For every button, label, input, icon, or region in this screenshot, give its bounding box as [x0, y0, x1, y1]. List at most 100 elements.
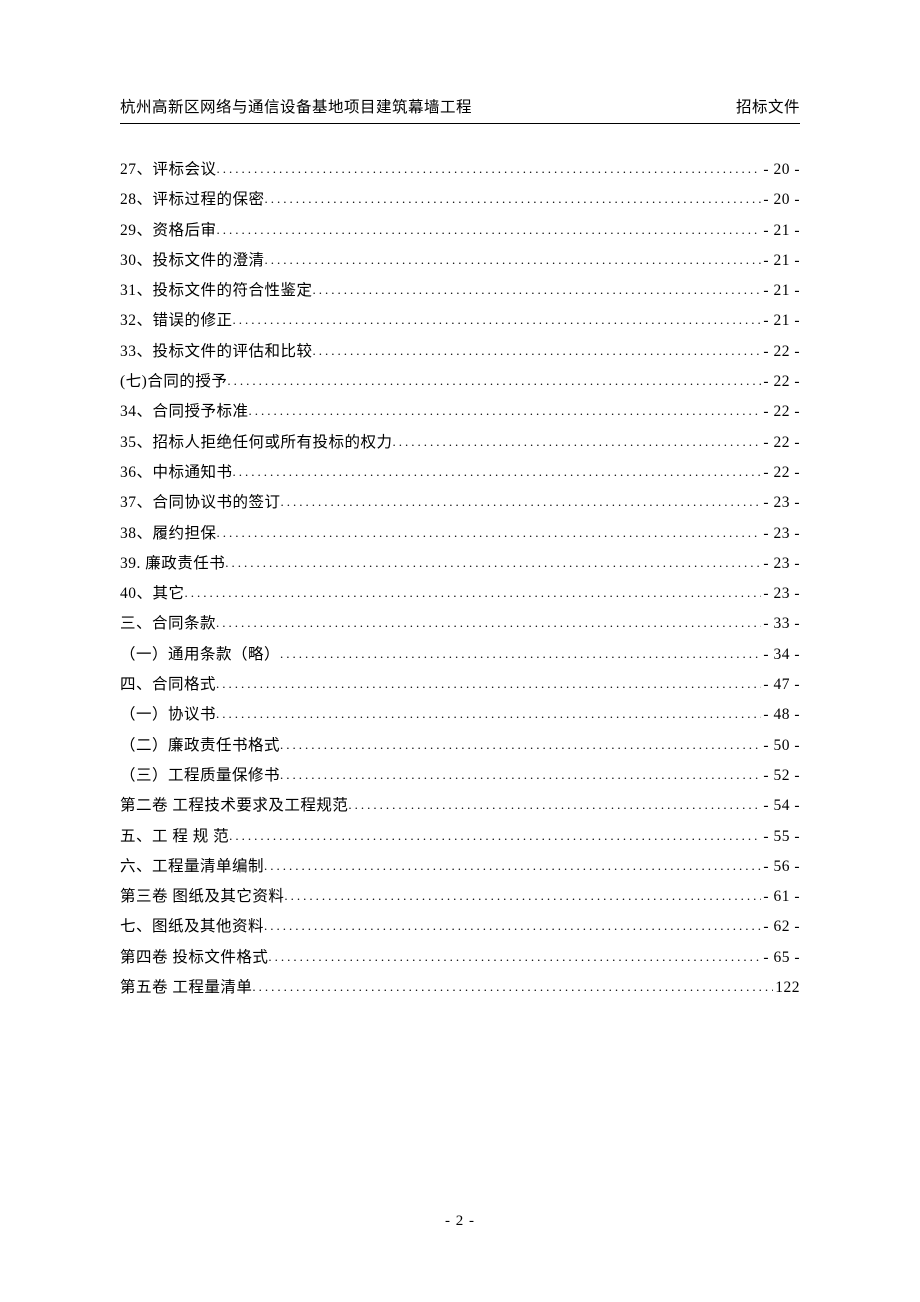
toc-entry: 35、招标人拒绝任何或所有投标的权力 - 22 - — [120, 435, 800, 451]
toc-page: - 23 - — [761, 526, 800, 542]
toc-page: - 61 - — [761, 889, 800, 905]
toc-page: - 21 - — [761, 223, 800, 239]
toc-label: （一）通用条款（略） — [120, 647, 280, 663]
toc-leader — [185, 586, 762, 599]
toc-leader — [280, 768, 761, 781]
toc-leader — [281, 495, 762, 508]
toc-entry: 29、资格后审 - 21 - — [120, 223, 800, 239]
toc-entry: 34、合同授予标准 - 22 - — [120, 404, 800, 420]
toc-page: - 56 - — [761, 859, 800, 875]
toc-entry: 30、投标文件的澄清 - 21 - — [120, 253, 800, 269]
toc-label: 34、合同授予标准 — [120, 404, 249, 420]
toc-leader — [280, 647, 761, 660]
toc-entry: （二）廉政责任书格式 - 50 - — [120, 738, 800, 754]
toc-leader — [268, 950, 761, 963]
toc-entry: 五、工 程 规 范- 55 - — [120, 829, 800, 845]
toc-page: - 34 - — [761, 647, 800, 663]
table-of-contents: 27、评标会议- 20 - 28、评标过程的保密 - 20 - 29、资格后审 - … — [120, 162, 800, 996]
toc-leader — [265, 192, 762, 205]
toc-entry: 40、其它 - 23 - — [120, 586, 800, 602]
toc-leader — [216, 707, 761, 720]
toc-page: - 22 - — [761, 435, 800, 451]
toc-entry: 第四卷 投标文件格式- 65 - — [120, 950, 800, 966]
toc-entry: 39. 廉政责任书 - 23 - — [120, 556, 800, 572]
page-header: 杭州高新区网络与通信设备基地项目建筑幕墙工程 招标文件 — [120, 95, 800, 124]
toc-label: 31、投标文件的符合性鉴定 — [120, 283, 313, 299]
toc-label: 30、投标文件的澄清 — [120, 253, 265, 269]
toc-page: - 54 - — [761, 798, 800, 814]
toc-entry: 三、合同条款- 33 - — [120, 616, 800, 632]
toc-leader — [229, 829, 761, 842]
toc-label: （一）协议书 — [120, 707, 216, 723]
toc-page: - 23 - — [761, 556, 800, 572]
toc-page: - 52 - — [761, 768, 800, 784]
toc-label: 第三卷 图纸及其它资料 — [120, 889, 284, 905]
toc-page: - 62 - — [761, 919, 800, 935]
document-page: 杭州高新区网络与通信设备基地项目建筑幕墙工程 招标文件 27、评标会议- 20 … — [0, 0, 920, 996]
toc-page: - 22 - — [761, 404, 800, 420]
toc-page: - 47 - — [761, 677, 800, 693]
toc-page: 122 — [773, 980, 800, 996]
toc-entry: 六、工程量清单编制 - 56 - — [120, 859, 800, 875]
toc-page: - 55 - — [761, 829, 800, 845]
toc-page: - 48 - — [761, 707, 800, 723]
toc-leader — [217, 162, 762, 175]
toc-label: 七、图纸及其他资料 — [120, 919, 264, 935]
toc-label: 38、履约担保 — [120, 526, 217, 542]
toc-entry: (七)合同的授予 - 22 - — [120, 374, 800, 390]
toc-label: 第五卷 工程量清单 — [120, 980, 252, 996]
toc-page: - 20 - — [761, 162, 800, 178]
toc-page: - 23 - — [761, 495, 800, 511]
toc-entry: 27、评标会议- 20 - — [120, 162, 800, 178]
toc-label: 39. 廉政责任书 — [120, 556, 225, 572]
toc-page: - 23 - — [761, 586, 800, 602]
toc-label: （三）工程质量保修书 — [120, 768, 280, 784]
toc-leader — [313, 344, 762, 357]
toc-label: 40、其它 — [120, 586, 185, 602]
toc-page: - 65 - — [761, 950, 800, 966]
toc-label: 六、工程量清单编制 — [120, 859, 264, 875]
toc-label: 37、合同协议书的签订 — [120, 495, 281, 511]
toc-label: 28、评标过程的保密 — [120, 192, 265, 208]
header-title-right: 招标文件 — [736, 95, 800, 117]
toc-leader — [216, 616, 761, 629]
toc-leader — [216, 677, 761, 690]
toc-leader — [252, 980, 773, 993]
toc-entry: 四、合同格式 - 47 - — [120, 677, 800, 693]
toc-leader — [393, 435, 762, 448]
toc-entry: 32、错误的修正 - 21 - — [120, 313, 800, 329]
toc-label: 36、中标通知书 — [120, 465, 233, 481]
toc-leader — [249, 404, 762, 417]
toc-page: - 21 - — [761, 253, 800, 269]
toc-page: - 22 - — [761, 344, 800, 360]
toc-page: - 22 - — [761, 465, 800, 481]
toc-leader — [348, 798, 761, 811]
toc-page: - 21 - — [761, 283, 800, 299]
toc-entry: 七、图纸及其他资料 - 62 - — [120, 919, 800, 935]
toc-page: - 20 - — [761, 192, 800, 208]
toc-label: 35、招标人拒绝任何或所有投标的权力 — [120, 435, 393, 451]
toc-page: - 33 - — [761, 616, 800, 632]
toc-label: （二）廉政责任书格式 — [120, 738, 280, 754]
header-title-left: 杭州高新区网络与通信设备基地项目建筑幕墙工程 — [120, 95, 472, 117]
toc-label: (七)合同的授予 — [120, 374, 227, 390]
toc-label: 32、错误的修正 — [120, 313, 233, 329]
toc-label: 第二卷 工程技术要求及工程规范 — [120, 798, 348, 814]
toc-leader — [217, 223, 762, 236]
toc-entry: 33、投标文件的评估和比较 - 22 - — [120, 344, 800, 360]
toc-label: 四、合同格式 — [120, 677, 216, 693]
toc-page: - 50 - — [761, 738, 800, 754]
toc-entry: 第五卷 工程量清单 122 — [120, 980, 800, 996]
toc-page: - 22 - — [761, 374, 800, 390]
toc-label: 29、资格后审 — [120, 223, 217, 239]
toc-entry: 第三卷 图纸及其它资料 - 61 - — [120, 889, 800, 905]
toc-entry: 第二卷 工程技术要求及工程规范 - 54 - — [120, 798, 800, 814]
toc-leader — [264, 859, 761, 872]
toc-leader — [264, 919, 761, 932]
toc-label: 33、投标文件的评估和比较 — [120, 344, 313, 360]
toc-leader — [217, 526, 762, 539]
toc-leader — [313, 283, 762, 296]
toc-page: - 21 - — [761, 313, 800, 329]
toc-leader — [233, 313, 762, 326]
toc-entry: 36、中标通知书 - 22 - — [120, 465, 800, 481]
